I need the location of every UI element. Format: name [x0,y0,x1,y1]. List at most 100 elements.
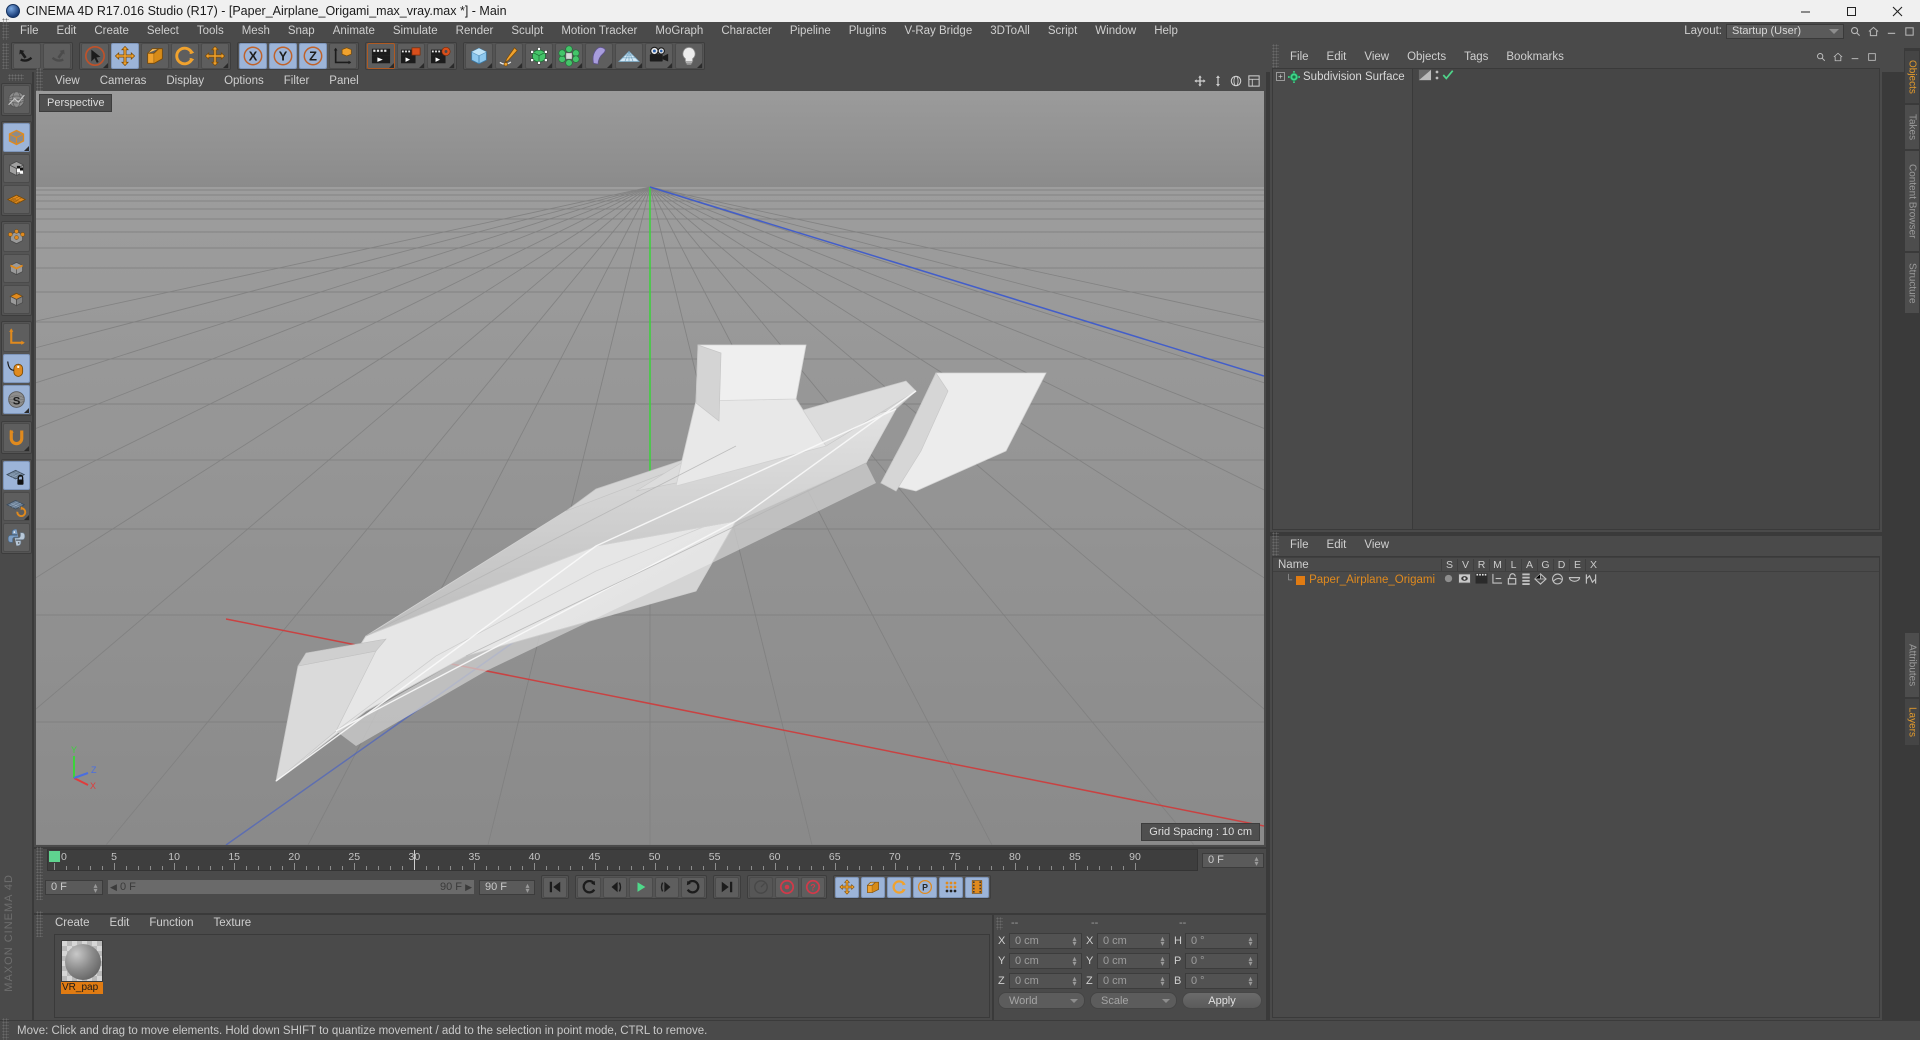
add-deformer-button[interactable] [585,43,613,69]
layer-manager-body[interactable]: Name S V R M L A G D E X └ Paper_Airplan… [1272,556,1880,1018]
search-icon[interactable] [1815,51,1827,63]
dolly-icon[interactable] [1211,74,1224,87]
points-mode-button[interactable] [2,223,30,252]
play-button[interactable] [629,876,653,898]
tab-takes[interactable]: Takes [1904,104,1920,150]
size-y-field[interactable]: 0 cm ▴ ▾ [1097,952,1170,969]
column-a[interactable]: A [1521,558,1537,571]
palette-grip-handle[interactable] [8,74,24,81]
maximize-panel-icon[interactable] [1902,24,1916,38]
make-editable-button[interactable] [2,85,30,114]
pos-y-field[interactable]: 0 cm ▴ ▾ [1009,952,1082,969]
menu-pipeline[interactable]: Pipeline [781,22,840,40]
menu-sculpt[interactable]: Sculpt [502,22,552,40]
minimize-button[interactable] [1782,0,1828,22]
material-menu-function[interactable]: Function [139,915,203,932]
menu-create[interactable]: Create [85,22,138,40]
column-v[interactable]: V [1457,558,1473,571]
column-d[interactable]: D [1553,558,1569,571]
menu-animate[interactable]: Animate [324,22,384,40]
pos-z-field[interactable]: 0 cm ▴ ▾ [1009,972,1082,989]
object-tag-area[interactable] [1413,69,1879,529]
layer-color-swatch[interactable] [1296,575,1306,585]
redo-button[interactable] [43,43,71,69]
tab-attributes[interactable]: Attributes [1904,632,1920,698]
move-alt-tool[interactable] [201,43,229,69]
layout-dropdown[interactable]: Startup (User) [1726,23,1844,39]
size-x-field[interactable]: 0 cm ▴ ▾ [1097,932,1170,949]
key-frames-button[interactable] [965,876,989,898]
add-spline-button[interactable] [495,43,523,69]
mouse-tool-button[interactable] [2,354,30,383]
live-selection-tool[interactable] [81,43,109,69]
menu-mesh[interactable]: Mesh [233,22,279,40]
key-pla-button[interactable] [939,876,963,898]
close-button[interactable] [1874,0,1920,22]
transform-mode-dropdown[interactable]: Scale [1090,992,1177,1009]
coordinate-system-dropdown[interactable]: World [998,992,1085,1009]
record-active-objects-button[interactable] [775,876,799,898]
step-forward-button[interactable] [655,876,679,898]
layer-menu-edit[interactable]: Edit [1318,536,1356,554]
maximize-viewport-icon[interactable] [1247,74,1260,87]
viewport-menu-cameras[interactable]: Cameras [90,72,157,90]
add-camera-button[interactable] [645,43,673,69]
z-axis-lock-button[interactable]: Z [299,43,327,69]
scale-tool[interactable] [141,43,169,69]
rot-h-field[interactable]: 0 ° ▴ ▾ [1185,932,1258,949]
menu-file[interactable]: File [11,22,48,40]
object-menu-edit[interactable]: Edit [1318,48,1356,66]
model-mode-button[interactable] [2,123,30,152]
column-x[interactable]: X [1585,558,1601,571]
menu-window[interactable]: Window [1086,22,1145,40]
lock-workplane-button[interactable] [2,461,30,490]
add-array-button[interactable] [555,43,583,69]
hide-toggle-icon[interactable] [1418,69,1432,84]
status-grip-handle[interactable] [2,1017,9,1040]
spinner-arrows-icon[interactable]: ▴ ▾ [1071,974,1078,987]
spinner-arrows-icon[interactable]: ▴ ▾ [1247,934,1254,947]
visible-eye-icon[interactable] [1458,573,1471,587]
generators-icon[interactable] [1534,572,1547,588]
timeline-current-marker[interactable] [49,851,60,862]
maximize-panel-icon[interactable] [1866,51,1878,63]
go-to-start-button[interactable] [543,876,567,898]
material-menu-texture[interactable]: Texture [203,915,261,932]
key-parameter-button[interactable]: P [913,876,937,898]
object-menu-bookmarks[interactable]: Bookmarks [1497,48,1573,66]
texture-mode-button[interactable] [2,154,30,183]
tab-objects[interactable]: Objects [1904,50,1920,104]
spinner-arrows-icon[interactable]: ▴ ▾ [1159,934,1166,947]
material-item[interactable]: VR_pap [61,940,103,994]
move-tool[interactable] [111,43,139,69]
key-rotation-button[interactable] [887,876,911,898]
green-check-icon[interactable] [1442,69,1454,84]
menu-select[interactable]: Select [138,22,188,40]
end-frame-field[interactable]: 90 F ▴ ▾ [479,879,535,895]
column-r[interactable]: R [1473,558,1489,571]
go-to-end-button[interactable] [715,876,739,898]
material-manager-body[interactable]: VR_pap [54,934,990,1018]
menu-help[interactable]: Help [1145,22,1187,40]
column-e[interactable]: E [1569,558,1585,571]
current-frame-field[interactable]: 0 F ▴ ▾ [1202,852,1264,868]
workplane-grid-button[interactable] [2,185,30,214]
render-view-button[interactable] [367,43,395,69]
object-row-subdivision-surface[interactable]: + Subdivision Surface [1273,69,1412,84]
column-g[interactable]: G [1537,558,1553,571]
object-tree[interactable]: + Subdivision Surface [1273,69,1413,529]
add-scene-object-button[interactable] [615,43,643,69]
spinner-arrows-icon[interactable]: ▴ ▾ [524,881,531,894]
menu-render[interactable]: Render [447,22,503,40]
object-axis-button[interactable] [2,323,30,352]
lock-open-icon[interactable] [1507,572,1518,588]
render-settings-button[interactable] [427,43,455,69]
menu-simulate[interactable]: Simulate [384,22,447,40]
apply-button[interactable]: Apply [1182,992,1262,1009]
menu-motion-tracker[interactable]: Motion Tracker [552,22,646,40]
size-z-field[interactable]: 0 cm ▴ ▾ [1097,972,1170,989]
spinner-arrows-icon[interactable]: ▴ ▾ [1159,954,1166,967]
menu-mograph[interactable]: MoGraph [646,22,712,40]
toolbar-grip-handle[interactable] [2,43,9,69]
object-manager-grip[interactable] [1272,44,1279,70]
